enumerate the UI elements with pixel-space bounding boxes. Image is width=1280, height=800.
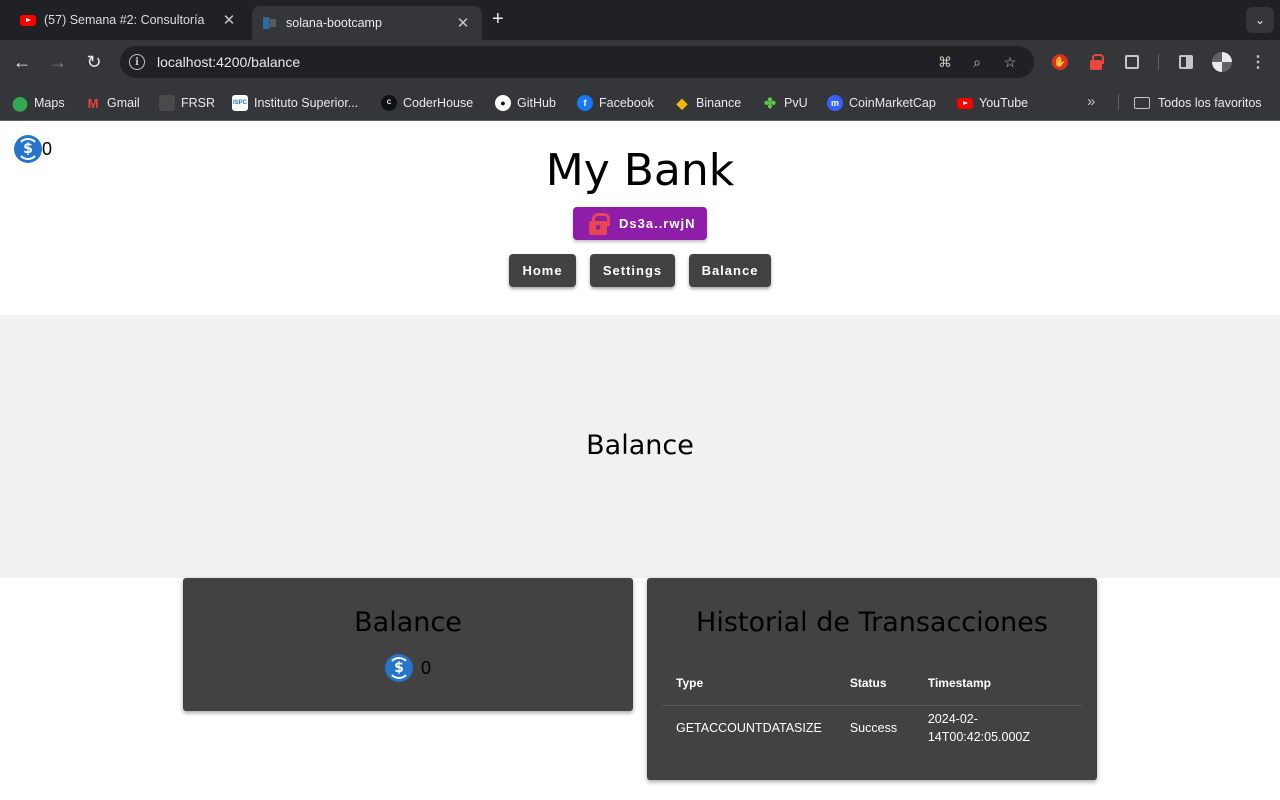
browser-tab-bar: (57) Semana #2: Consultoría ✕ solana-boo…: [0, 0, 1280, 40]
profile-avatar-icon[interactable]: [1212, 52, 1232, 72]
cell-timestamp: 2024-02- 14T00:42:05.000Z: [914, 705, 1082, 751]
side-panel-icon[interactable]: [1176, 52, 1196, 72]
balance-card: Balance $ 0: [183, 578, 633, 711]
tab-youtube[interactable]: (57) Semana #2: Consultoría ✕: [10, 6, 248, 34]
bookmark-binance[interactable]: ◆ Binance: [674, 94, 742, 112]
tab-solana-bootcamp[interactable]: solana-bootcamp ✕: [252, 6, 482, 40]
more-bookmarks-chevron-icon[interactable]: »: [1087, 93, 1095, 110]
bookmark-frsr[interactable]: FRSR: [159, 94, 215, 112]
coinmarketcap-icon: m: [827, 95, 843, 111]
coderhouse-icon: C: [381, 95, 397, 111]
bookmark-facebook[interactable]: f Facebook: [577, 94, 654, 112]
transactions-table: Type Status Timestamp GETACCOUNTDATASIZE…: [662, 662, 1082, 751]
tab-title: (57) Semana #2: Consultoría: [44, 13, 205, 27]
translate-icon[interactable]: ⌘: [936, 53, 954, 71]
wallet-address: Ds3a..rwjN: [619, 216, 696, 231]
bookmark-coderhouse[interactable]: C CoderHouse: [381, 94, 473, 112]
maps-icon: ⬤: [12, 94, 28, 111]
balance-card-title: Balance: [354, 607, 462, 638]
close-tab-icon[interactable]: ✕: [220, 11, 238, 29]
bookmark-maps[interactable]: ⬤ Maps: [12, 94, 64, 112]
bookmarks-divider: [1118, 94, 1119, 110]
nav-settings-button[interactable]: Settings: [590, 254, 675, 287]
balance-card-amount-row: $ 0: [183, 654, 633, 682]
app-page: $ 0 My Bank Ds3a..rwjN Home Settings Bal…: [0, 121, 1280, 800]
close-tab-icon[interactable]: ✕: [454, 14, 472, 32]
all-bookmarks-folder[interactable]: Todos los favoritos: [1134, 94, 1262, 112]
bookmarks-bar: ⬤ Maps M Gmail FRSR ISPC Instituto Superior…: [0, 84, 1280, 121]
app-title: My Bank: [545, 145, 735, 196]
forward-button[interactable]: →: [46, 50, 70, 74]
bookmark-instituto[interactable]: ISPC Instituto Superior...: [232, 94, 358, 112]
folder-icon: [1134, 97, 1150, 109]
hero-title: Balance: [586, 430, 694, 461]
gmail-icon: M: [87, 95, 99, 111]
ispc-icon: ISPC: [232, 95, 248, 111]
back-button[interactable]: ←: [10, 50, 34, 74]
frsr-icon: [159, 95, 175, 111]
bookmark-gmail[interactable]: M Gmail: [85, 94, 140, 112]
new-tab-button[interactable]: +: [492, 9, 504, 29]
bookmark-pvu[interactable]: ✤ PvU: [762, 94, 808, 112]
transaction-history-card: Historial de Transacciones Type Status T…: [647, 578, 1097, 780]
bookmark-github[interactable]: ● GitHub: [495, 94, 556, 112]
url-text[interactable]: localhost:4200/balance: [157, 54, 300, 70]
usdc-icon: $: [384, 654, 413, 682]
wallet-extension-icon[interactable]: [1086, 52, 1106, 72]
timestamp-line-2: 14T00:42:05.000Z: [927, 730, 1031, 745]
facebook-icon: f: [577, 95, 593, 111]
address-bar[interactable]: i localhost:4200/balance ⌘ ⌕ ☆: [120, 46, 1034, 78]
nav-home-button[interactable]: Home: [509, 254, 576, 287]
wallet-button[interactable]: Ds3a..rwjN: [573, 207, 707, 240]
bookmark-youtube[interactable]: YouTube: [957, 94, 1028, 112]
nav-balance-button[interactable]: Balance: [689, 254, 771, 287]
column-header-timestamp: Timestamp: [913, 662, 1082, 706]
toolbar-divider: [1158, 54, 1159, 70]
angular-icon: [262, 15, 278, 31]
menu-kebab-icon[interactable]: ⋮: [1248, 52, 1268, 72]
table-header-row: Type Status Timestamp: [662, 662, 1082, 706]
zoom-icon[interactable]: ⌕: [968, 53, 986, 71]
cell-status: Success: [849, 721, 898, 736]
hero-section: Balance: [0, 315, 1280, 578]
reload-button[interactable]: ↻: [82, 50, 106, 74]
binance-icon: ◆: [676, 94, 688, 111]
bookmark-coinmarketcap[interactable]: m CoinMarketCap: [827, 94, 936, 112]
tab-search-button[interactable]: ⌄: [1246, 7, 1274, 33]
column-header-type: Type: [662, 662, 836, 706]
site-info-icon[interactable]: i: [129, 54, 145, 70]
balance-card-amount: 0: [420, 657, 431, 678]
table-row: GETACCOUNTDATASIZE Success 2024-02- 14T0…: [662, 705, 1082, 751]
tab-title: solana-bootcamp: [286, 16, 382, 30]
github-icon: ●: [495, 95, 511, 111]
cell-type: GETACCOUNTDATASIZE: [676, 721, 822, 736]
pvu-icon: ✤: [764, 94, 776, 111]
lock-icon: [589, 212, 610, 235]
extensions-puzzle-icon[interactable]: [1122, 52, 1142, 72]
youtube-icon: [20, 12, 36, 28]
timestamp-line-1: 2024-02-: [927, 712, 978, 727]
adblock-extension-icon[interactable]: ✋: [1050, 52, 1070, 72]
bookmark-star-icon[interactable]: ☆: [1001, 53, 1019, 71]
column-header-status: Status: [835, 662, 914, 706]
history-card-title: Historial de Transacciones: [696, 607, 1048, 638]
browser-toolbar: ← → ↻ i localhost:4200/balance ⌘ ⌕ ☆ ✋ ⋮: [0, 40, 1280, 84]
youtube-icon: [957, 95, 973, 111]
